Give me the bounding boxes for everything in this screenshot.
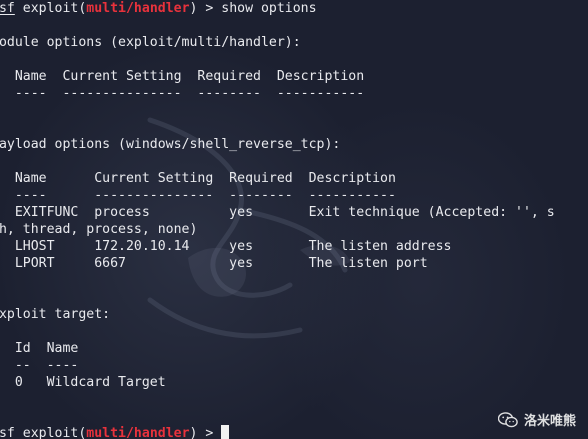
module-name: multi/handler	[86, 426, 190, 439]
output-line: LPORT 6667 yes The listen port	[0, 256, 428, 271]
text-cursor[interactable]	[221, 425, 230, 439]
watermark-text: 洛米唯熊	[523, 414, 576, 429]
output-line: Id Name	[14, 341, 79, 356]
current-prompt-line: msf exploit(multi/handler) >	[0, 425, 555, 439]
prompt-line: msf exploit(multi/handler) > show option…	[0, 0, 555, 17]
module-name: multi/handler	[86, 1, 190, 16]
prompt-command: ) > show options	[189, 1, 317, 16]
output-line: ---- --------------- -------- ----------…	[0, 86, 365, 101]
output-line: Module options (exploit/multi/handler):	[0, 35, 301, 50]
output-line: ---- --------------- -------- ----------…	[0, 188, 396, 203]
prompt-command[interactable]: ) >	[190, 426, 222, 439]
output-line: Exploit target:	[0, 307, 111, 322]
prompt-text: exploit(	[14, 426, 87, 439]
output-line: -- ----	[14, 358, 79, 373]
prompt-text: exploit(	[14, 1, 87, 16]
output-line: Name Current Setting Required Descriptio…	[0, 69, 365, 84]
msf-prompt-prefix: msf	[0, 426, 15, 439]
terminal-window[interactable]: msf exploit(multi/handler) > show option…	[0, 0, 588, 439]
output-line: Payload options (windows/shell_reverse_t…	[0, 137, 341, 152]
output-line: 0 Wildcard Target	[0, 375, 166, 390]
wechat-watermark: 洛米唯熊	[497, 410, 576, 429]
output-line: eh, thread, process, none)	[0, 222, 198, 237]
msf-prompt-prefix: msf	[0, 1, 15, 16]
output-line: Name Current Setting Required Descriptio…	[0, 171, 396, 186]
output-line: EXITFUNC process yes Exit technique (Acc…	[0, 205, 555, 220]
terminal-output: msf exploit(multi/handler) > show option…	[0, 0, 555, 439]
wechat-icon	[497, 411, 518, 427]
output-line: LHOST 172.20.10.14 yes The listen addres…	[0, 239, 452, 254]
